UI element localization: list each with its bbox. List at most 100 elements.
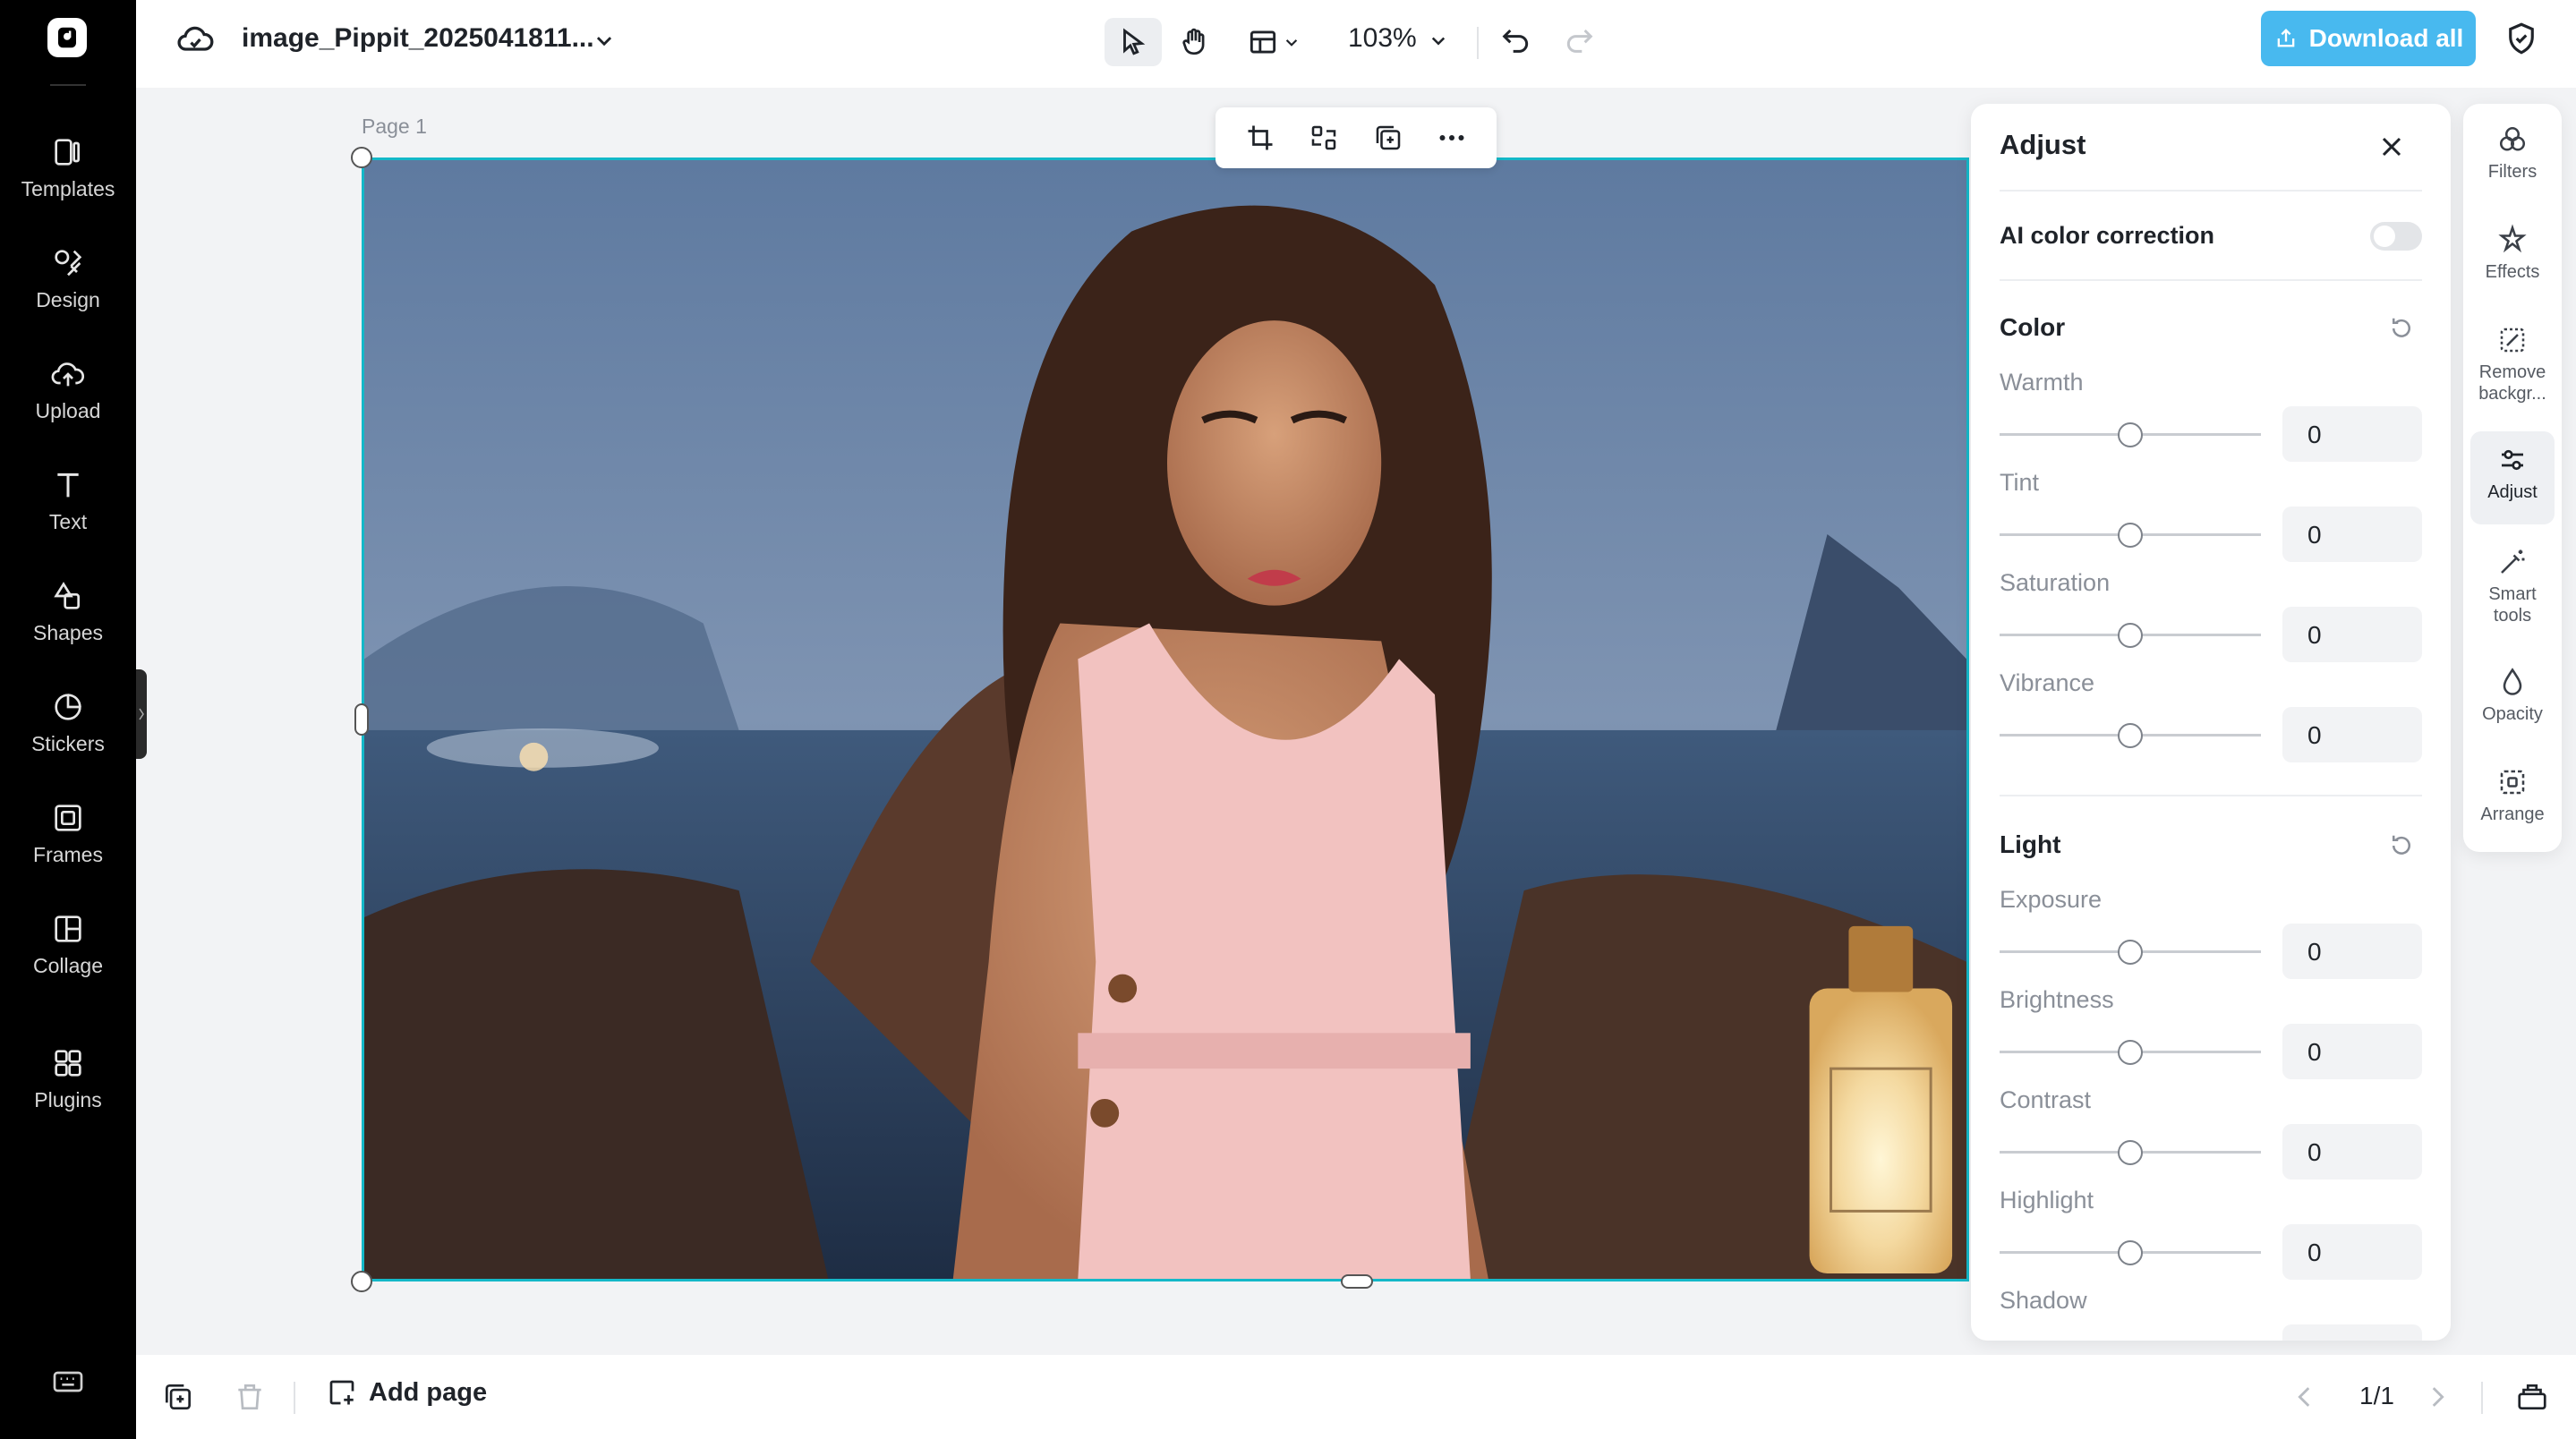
layout-icon [1250,30,1276,54]
tool-filters[interactable]: Filters [2470,123,2555,183]
hand-tool-button[interactable] [1169,18,1219,66]
duplicate-icon[interactable] [1372,122,1404,154]
reset-icon[interactable] [2388,832,2415,859]
effects-icon [2498,224,2527,253]
tool-effects[interactable]: Effects [2470,224,2555,283]
plugins-icon [55,1050,81,1077]
resize-handle-left[interactable] [354,703,369,736]
stickers-icon [55,694,81,720]
file-name[interactable]: image_Pippit_2025041811... [242,23,594,54]
reset-icon[interactable] [2388,315,2415,342]
upload-icon [51,362,85,387]
undo-icon[interactable] [1498,21,1534,57]
tool-label: Remove backgr... [2478,362,2546,404]
design-icon [55,250,82,277]
sidebar-item-label: Upload [35,399,101,422]
saturation-slider-knob[interactable] [2118,623,2143,648]
slider-label: Warmth [2000,369,2084,396]
next-page-icon[interactable] [2422,1382,2452,1412]
sidebar-item-upload[interactable]: Upload [0,356,136,455]
close-icon[interactable] [2376,131,2408,163]
tint-value-input[interactable]: 0 [2282,507,2422,562]
previous-page-icon[interactable] [2290,1382,2320,1412]
cloud-sync-icon[interactable] [175,20,215,59]
sidebar-item-shapes[interactable]: Shapes [0,578,136,677]
bottom-divider [294,1382,295,1414]
resize-handle-bottom-left[interactable] [351,1271,372,1292]
more-icon[interactable] [1436,122,1468,154]
select-tool-button[interactable] [1105,18,1162,66]
crop-icon[interactable] [1244,122,1276,154]
exposure-slider-knob[interactable] [2118,940,2143,965]
download-all-button[interactable]: Download all [2261,11,2476,66]
opacity-icon [2503,668,2522,695]
tool-label: Adjust [2487,482,2538,502]
frames-icon [55,805,81,831]
slider-label: Saturation [2000,569,2111,596]
duplicate-page-icon[interactable] [161,1380,195,1414]
hand-icon [1182,28,1205,55]
sidebar-collapse-handle[interactable] [136,669,147,759]
resize-handle-bottom[interactable] [1341,1274,1373,1289]
adjust-icon [2502,449,2523,471]
vibrance-slider-row: Vibrance 0 [2000,669,2422,770]
exposure-slider-row: Exposure 0 [2000,886,2422,986]
sidebar-item-label: Shapes [32,621,103,644]
pages-panel-icon[interactable] [2515,1380,2549,1414]
cursor-icon [1123,28,1146,55]
sidebar-item-label: Design [36,288,100,311]
tool-opacity[interactable]: Opacity [2470,666,2555,725]
tint-slider-knob[interactable] [2118,523,2143,548]
zoom-level[interactable]: 103% [1348,23,1417,54]
smart-tools-icon [2501,549,2525,574]
contrast-value-input[interactable]: 0 [2282,1124,2422,1179]
zoom-chevron-down-icon[interactable] [1425,27,1452,54]
vibrance-slider-knob[interactable] [2118,723,2143,748]
tool-label: Opacity [2482,704,2543,724]
resize-handle-top-left[interactable] [351,147,372,168]
tool-remove-background[interactable]: Remove backgr... [2470,324,2555,404]
tool-adjust[interactable]: Adjust [2470,431,2555,524]
highlight-value-input[interactable]: 0 [2282,1224,2422,1280]
panel-divider [2000,795,2422,796]
sidebar-item-text[interactable]: Text [0,467,136,566]
layout-menu-button[interactable] [1237,18,1312,66]
saturation-slider-row: Saturation 0 [2000,569,2422,669]
slider-label: Tint [2000,469,2040,496]
shield-icon[interactable] [2503,20,2540,57]
sidebar-item-stickers[interactable]: Stickers [0,689,136,788]
chevron-down-icon[interactable] [589,25,619,55]
contrast-slider-knob[interactable] [2118,1140,2143,1165]
sidebar-item-label: Templates [21,177,115,200]
vibrance-value-input[interactable]: 0 [2282,707,2422,762]
tool-smart-tools[interactable]: Smart tools [2470,546,2555,626]
sidebar-item-collage[interactable]: Collage [0,911,136,1009]
tool-arrange[interactable]: Arrange [2470,766,2555,825]
redo-icon[interactable] [1561,21,1597,57]
light-section-title: Light [2000,830,2061,858]
app-logo[interactable] [47,18,87,57]
warmth-slider-knob[interactable] [2118,422,2143,447]
brightness-value-input[interactable]: 0 [2282,1024,2422,1079]
exposure-value-input[interactable]: 0 [2282,924,2422,979]
arrange-icon [2500,770,2525,795]
shadow-value-input[interactable]: 0 [2282,1324,2422,1341]
right-tools-column: Filters Effects Remove backgr... Adjust … [2463,104,2562,852]
saturation-value-input[interactable]: 0 [2282,607,2422,662]
sidebar-item-templates[interactable]: Templates [0,134,136,233]
ai-color-correction-toggle[interactable] [2370,222,2422,251]
canvas-image[interactable] [362,158,1969,1281]
delete-page-icon[interactable] [233,1380,267,1414]
keyboard-shortcuts-icon[interactable] [50,1364,86,1400]
sidebar-item-frames[interactable]: Frames [0,800,136,898]
add-page-button[interactable]: Add page [326,1376,487,1409]
brightness-slider-knob[interactable] [2118,1040,2143,1065]
sidebar-item-design[interactable]: Design [0,245,136,344]
filters-icon [2499,126,2526,151]
warmth-value-input[interactable]: 0 [2282,406,2422,462]
highlight-slider-knob[interactable] [2118,1240,2143,1265]
warmth-slider-row: Warmth 0 [2000,369,2422,469]
flip-icon[interactable] [1308,122,1340,154]
sidebar-item-label: Plugins [34,1088,102,1111]
sidebar-item-plugins[interactable]: Plugins [0,1045,136,1144]
